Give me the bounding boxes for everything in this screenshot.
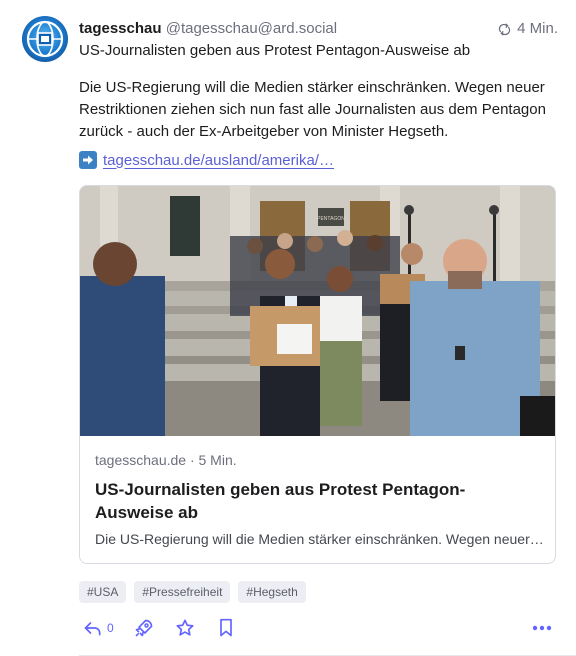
post-header: tagesschau @tagesschau@ard.social 4 Min.: [79, 19, 558, 39]
more-button[interactable]: [532, 618, 552, 638]
card-title[interactable]: US-Journalisten geben aus Protest Pentag…: [95, 478, 535, 524]
hashtag-bar: #USA #Pressefreiheit #Hegseth: [79, 581, 306, 603]
tagesschau-logo-icon: [26, 20, 64, 58]
post-link[interactable]: tagesschau.de/ausland/amerika/…: [79, 149, 334, 171]
link-text[interactable]: tagesschau.de/ausland/amerika/…: [103, 152, 334, 169]
hashtag-usa[interactable]: #USA: [79, 581, 127, 603]
more-icon: [532, 625, 552, 631]
bookmark-icon: [220, 618, 232, 637]
hashtag-pressefreiheit[interactable]: #Pressefreiheit: [134, 581, 231, 603]
preview-image[interactable]: PENTAGON: [80, 186, 556, 436]
tagesschau-avatar[interactable]: [22, 16, 68, 62]
post-title: US-Journalisten geben aus Protest Pentag…: [79, 42, 471, 59]
star-icon: [176, 619, 194, 636]
account-handle[interactable]: @tagesschau@ard.social: [166, 20, 337, 37]
display-name[interactable]: tagesschau: [79, 20, 162, 37]
status-post: tagesschau @tagesschau@ard.social 4 Min.…: [0, 0, 576, 656]
post-body: Die US-Regierung will die Medien stärker…: [79, 79, 546, 140]
refresh-icon: [498, 22, 511, 36]
hashtag-hegseth[interactable]: #Hegseth: [238, 581, 306, 603]
time-label: 4 Min.: [517, 20, 558, 37]
post-timestamp[interactable]: 4 Min.: [497, 19, 558, 39]
link-preview-card[interactable]: PENTAGON tagesschau.de · 5 Min. US-Journ…: [79, 185, 556, 564]
right-arrow-emoji-icon: [79, 151, 97, 169]
action-bar: 0: [79, 618, 556, 638]
reply-count: 0: [107, 621, 114, 635]
card-source: tagesschau.de · 5 Min.: [95, 452, 237, 468]
bookmark-button[interactable]: [218, 618, 234, 638]
boost-button[interactable]: [134, 618, 154, 638]
reply-button[interactable]: 0: [83, 618, 114, 638]
card-description: Die US-Regierung will die Medien stärker…: [95, 531, 545, 547]
reply-icon: [84, 622, 101, 636]
building-sign: PENTAGON: [317, 216, 345, 222]
boost-rocket-icon: [135, 619, 153, 637]
favourite-button[interactable]: [175, 618, 195, 638]
